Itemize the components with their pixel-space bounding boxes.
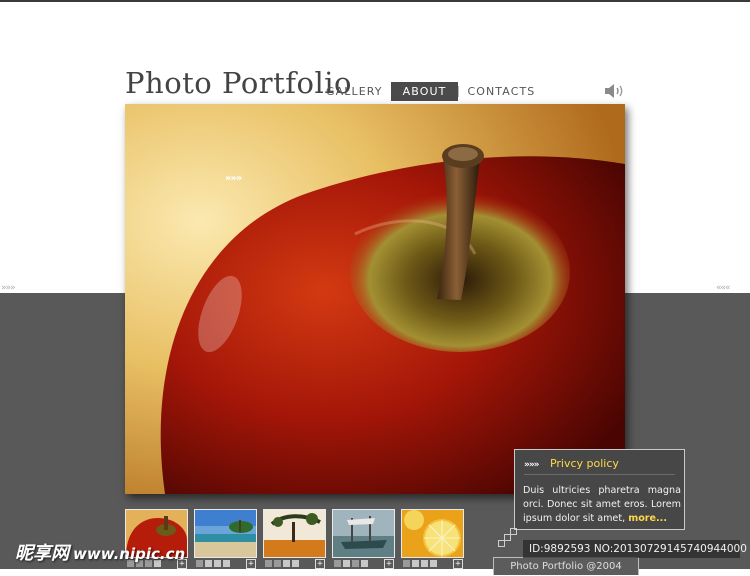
main-nav: GALLERY ABOUT CONTACTS — [318, 82, 543, 101]
nav-contacts[interactable]: CONTACTS — [459, 82, 543, 101]
privacy-title[interactable]: Privcy policy — [550, 457, 619, 470]
footer-copyright: Photo Portfolio @2004 — [493, 557, 639, 575]
more-link[interactable]: more... — [628, 513, 667, 524]
thumbnail-image — [263, 509, 326, 558]
plus-icon[interactable]: + — [384, 559, 394, 569]
thumbnail-item[interactable]: + — [194, 509, 257, 569]
thumbnail-item[interactable]: + — [263, 509, 326, 569]
speaker-icon[interactable] — [604, 83, 626, 99]
top-rule — [0, 0, 750, 2]
privacy-panel: »»» Privcy policy Duis ultricies pharetr… — [514, 449, 685, 530]
watermark-site: 昵享网 www.nipic.cn — [15, 539, 185, 565]
plus-icon[interactable]: + — [453, 559, 463, 569]
plus-icon[interactable]: + — [315, 559, 325, 569]
thumbnail-image — [194, 509, 257, 558]
watermark-site-name: 昵享网 — [15, 543, 69, 564]
prev-arrow[interactable]: »»» — [1, 283, 15, 293]
plus-icon[interactable]: + — [246, 559, 256, 569]
thumbnail-image — [332, 509, 395, 558]
decorative-squares — [498, 528, 518, 548]
nav-gallery[interactable]: GALLERY — [318, 82, 391, 101]
thumbnail-rating — [265, 560, 299, 567]
thumbnail-rating — [403, 560, 437, 567]
thumbnail-rating — [196, 560, 230, 567]
privacy-arrows: »»» — [524, 460, 539, 470]
thumbnail-rating — [334, 560, 368, 567]
privacy-header: »»» Privcy policy — [524, 457, 619, 470]
nav-about[interactable]: ABOUT — [390, 82, 459, 101]
main-photo: »»» — [125, 104, 625, 494]
photo-arrows[interactable]: »»» — [225, 173, 242, 184]
privacy-body: Duis ultricies pharetra magna orci. Done… — [523, 484, 681, 526]
watermark-id: ID:9892593 NO:20130729145740944000 — [523, 540, 747, 558]
thumbnail-image — [401, 509, 464, 558]
privacy-divider — [524, 474, 675, 475]
next-arrow[interactable]: ««« — [716, 283, 730, 293]
thumbnail-item[interactable]: + — [332, 509, 395, 569]
watermark-site-url: www.nipic.cn — [73, 545, 186, 563]
thumbnail-item[interactable]: + — [401, 509, 464, 569]
